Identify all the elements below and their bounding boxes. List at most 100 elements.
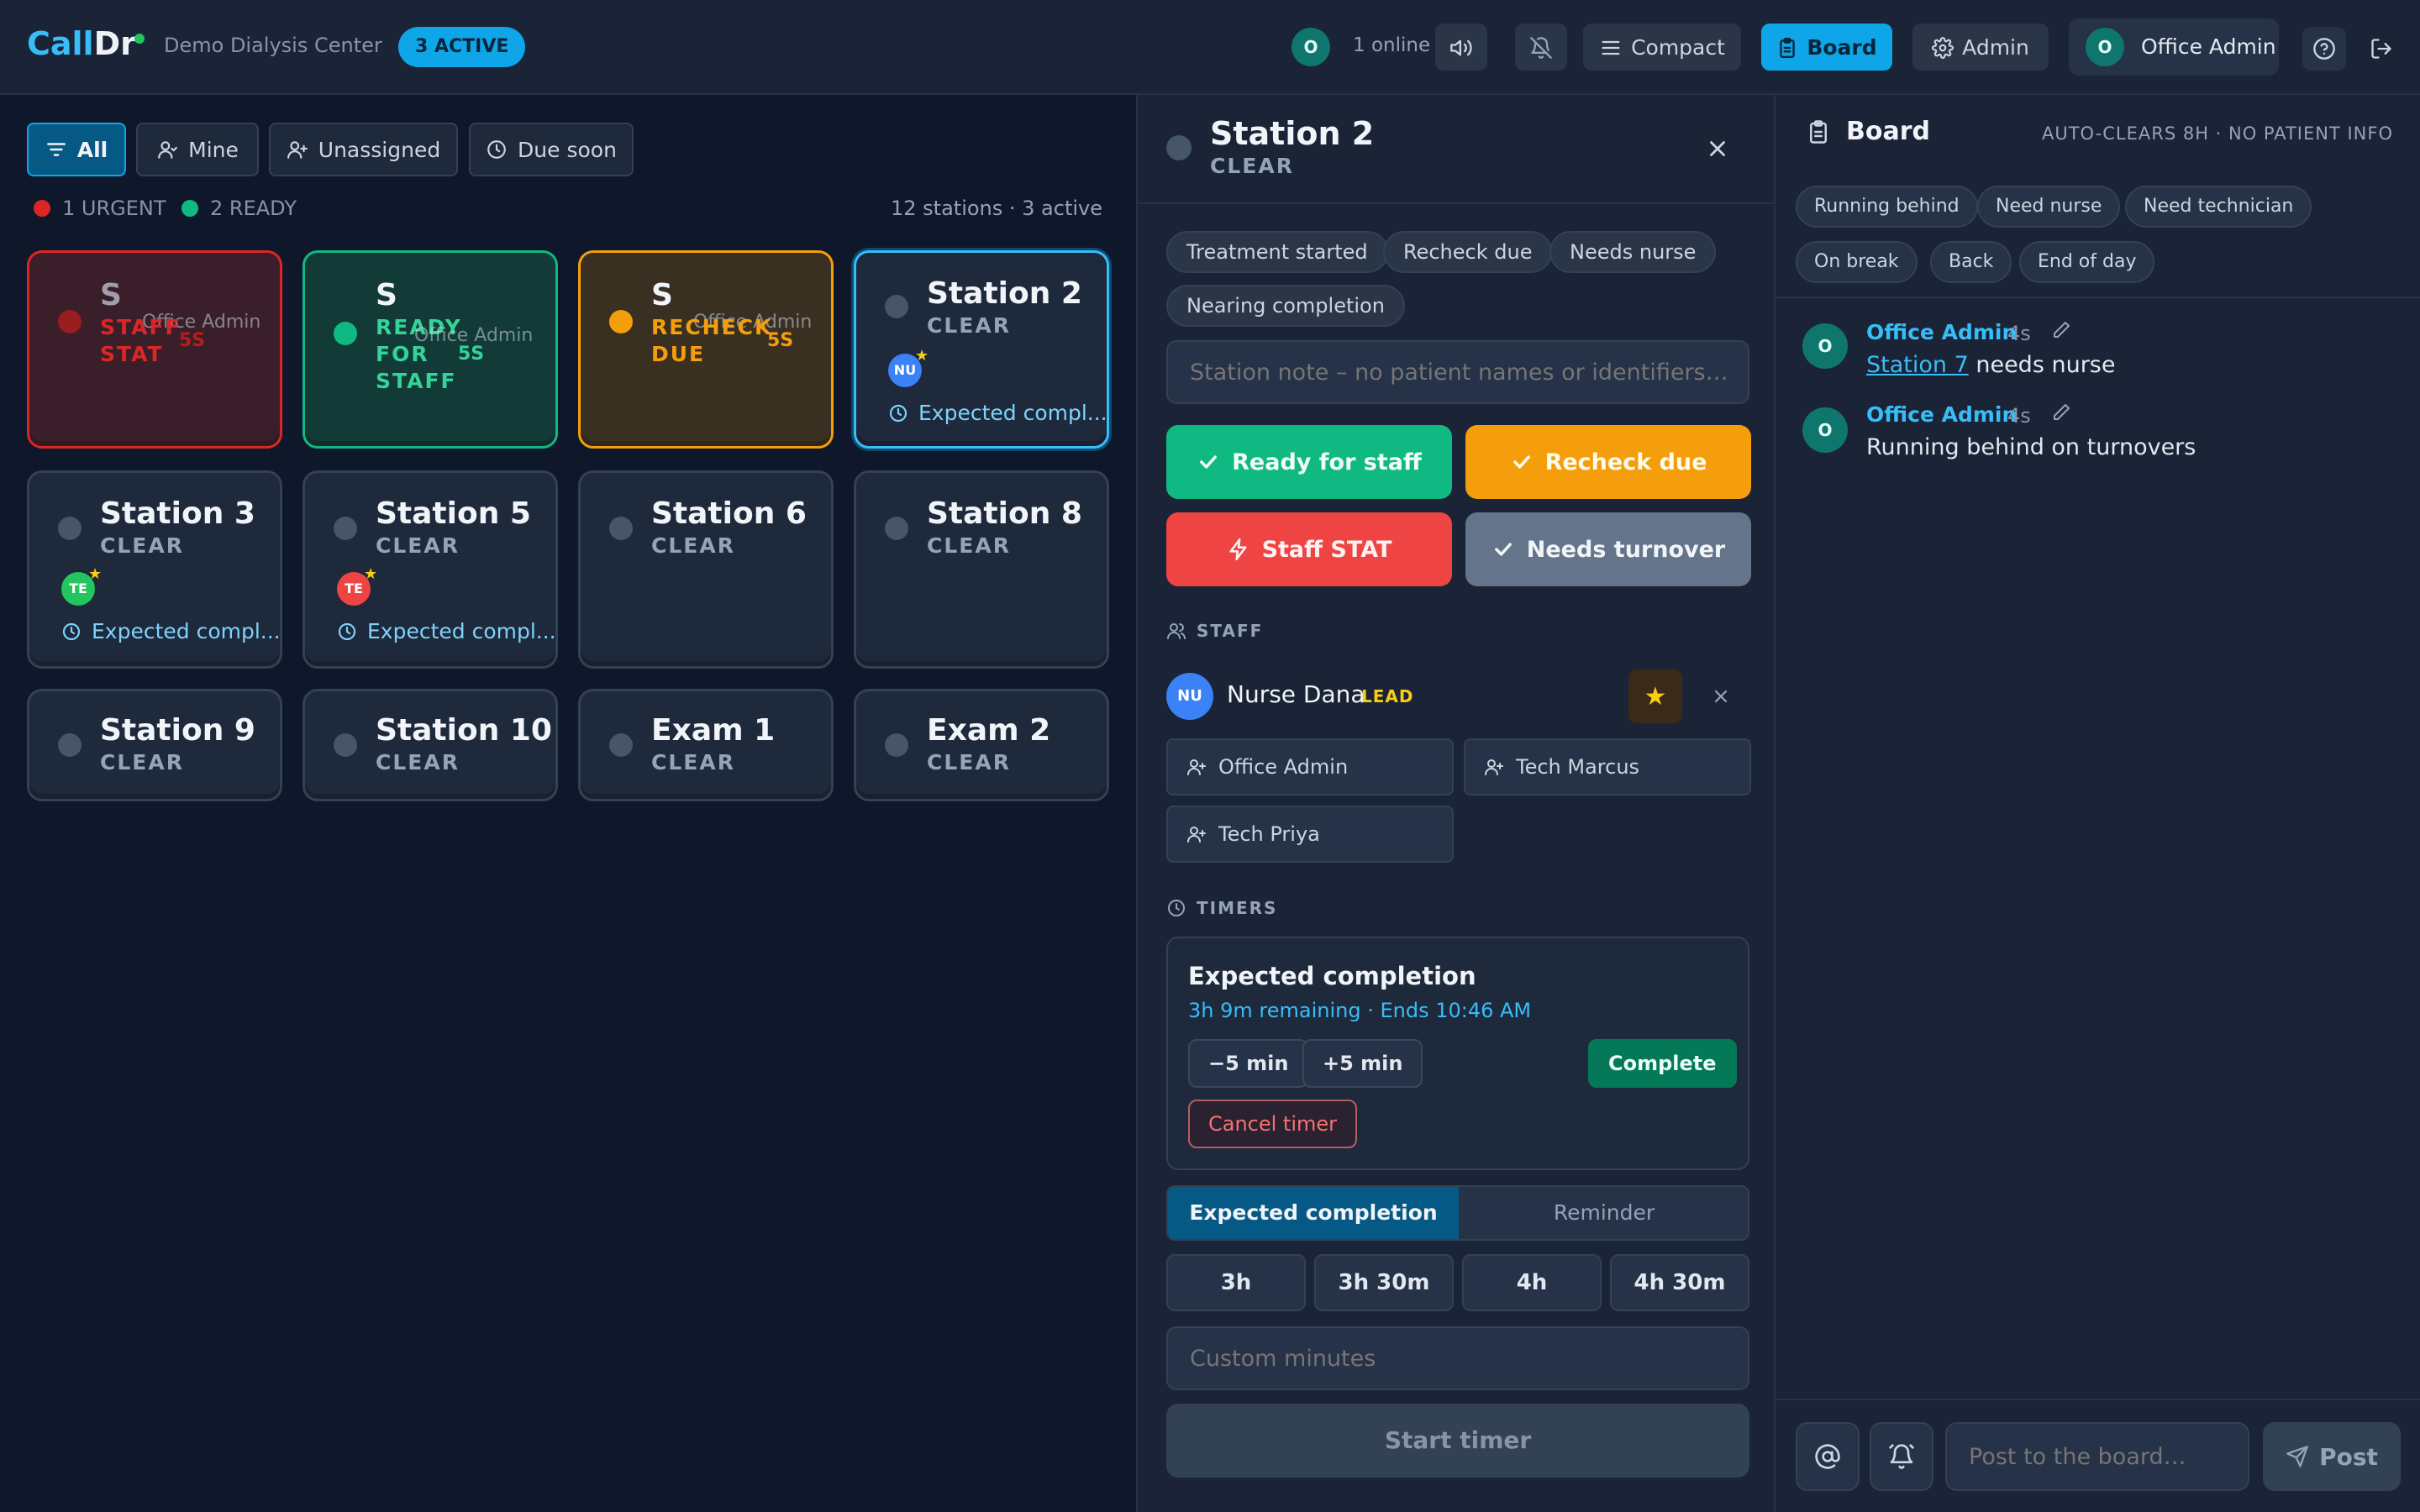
custom-minutes-input[interactable]: [1166, 1326, 1749, 1390]
chip-need-nurse[interactable]: Need nurse: [1977, 186, 2121, 228]
station-card-exam-1[interactable]: Exam 1 CLEAR: [578, 689, 834, 801]
timer-summary-text: Expected compl...: [92, 619, 281, 643]
active-timer-card: Expected completion 3h 9m remaining · En…: [1166, 937, 1749, 1170]
active-count-badge[interactable]: 3 ACTIVE: [398, 27, 526, 67]
station-card-recheck[interactable]: S Office Admin RECHECK DUE 5S: [578, 250, 834, 449]
edit-message-button[interactable]: [2051, 402, 2071, 428]
status-dot: [58, 517, 82, 540]
tab-expected-completion[interactable]: Expected completion: [1168, 1187, 1459, 1239]
help-button[interactable]: [2302, 27, 2346, 71]
station-note-input[interactable]: [1166, 340, 1749, 404]
filter-unassigned[interactable]: Unassigned: [269, 123, 458, 176]
filter-due-label: Due soon: [518, 137, 617, 162]
mention-button[interactable]: [1796, 1422, 1860, 1491]
station-card-ready[interactable]: S READY FOR STAFF Office Admin 5S: [302, 250, 558, 449]
timer-summary-text: Expected compl...: [918, 401, 1107, 425]
filter-all[interactable]: All: [27, 123, 126, 176]
send-icon: [2286, 1446, 2308, 1467]
chip-need-technician[interactable]: Need technician: [2125, 186, 2312, 228]
post-button[interactable]: Post: [2263, 1422, 2401, 1491]
station-card-station-9[interactable]: Station 9 CLEAR: [27, 689, 282, 801]
duration-3h30m-button[interactable]: 3h 30m: [1314, 1254, 1454, 1311]
message-time: 4s: [2007, 404, 2031, 428]
staff-stat-button[interactable]: Staff STAT: [1166, 512, 1452, 586]
status-dot: [334, 733, 357, 757]
admin-button[interactable]: Admin: [1912, 24, 2049, 71]
chip-end-of-day[interactable]: End of day: [2019, 241, 2155, 283]
chip-on-break[interactable]: On break: [1796, 241, 1918, 283]
edit-message-button[interactable]: [2051, 320, 2071, 345]
cancel-timer-button[interactable]: Cancel timer: [1188, 1100, 1358, 1148]
pencil-icon: [2054, 322, 2070, 338]
station-card-station-3[interactable]: Station 3 CLEAR TE ★ Expected compl...: [27, 470, 282, 669]
message-text: Station 7 needs nurse: [1866, 352, 2115, 378]
chip-needs-nurse[interactable]: Needs nurse: [1549, 231, 1717, 273]
timer-summary: Expected compl...: [337, 619, 555, 643]
user-plus-icon: [287, 141, 308, 159]
status-dot: [609, 517, 633, 540]
remove-staff-button[interactable]: [1702, 678, 1739, 715]
filter-due-soon[interactable]: Due soon: [469, 123, 634, 176]
ready-for-staff-button[interactable]: Ready for staff: [1166, 425, 1452, 499]
chip-running-behind[interactable]: Running behind: [1796, 186, 1978, 228]
duration-4h30m-button[interactable]: 4h 30m: [1610, 1254, 1749, 1311]
board-header: Board: [1806, 117, 1930, 146]
sound-button[interactable]: [1435, 24, 1487, 71]
clipboard-icon: [1810, 119, 1827, 144]
close-detail-button[interactable]: [1701, 132, 1734, 165]
notifications-toggle[interactable]: [1515, 24, 1567, 71]
timer-summary: Expected compl...: [61, 619, 281, 643]
station-title: Station 10: [376, 713, 552, 748]
plus-5-min-button[interactable]: +5 min: [1302, 1039, 1423, 1088]
station-card-urgent[interactable]: S Office Admin STAFF STAT 5S: [27, 250, 282, 449]
minus-5-min-button[interactable]: −5 min: [1188, 1039, 1309, 1088]
detail-status: CLEAR: [1210, 154, 1294, 178]
start-timer-button[interactable]: Start timer: [1166, 1404, 1749, 1478]
needs-turnover-button[interactable]: Needs turnover: [1465, 512, 1751, 586]
chip-treatment-started[interactable]: Treatment started: [1166, 231, 1388, 273]
check-icon: [1494, 543, 1512, 556]
station-title: Station 6: [651, 496, 807, 531]
timers-heading-label: TIMERS: [1197, 898, 1278, 918]
toggle-lead-button[interactable]: ★: [1628, 669, 1682, 723]
station-card-station-2[interactable]: Station 2 CLEAR NU ★ Expected compl...: [854, 250, 1109, 449]
elapsed-time: 5S: [179, 330, 206, 351]
chip-nearing-completion[interactable]: Nearing completion: [1166, 285, 1405, 327]
station-link[interactable]: Station 7: [1866, 352, 1969, 378]
complete-timer-button[interactable]: Complete: [1588, 1039, 1737, 1088]
duration-4h-button[interactable]: 4h: [1462, 1254, 1602, 1311]
tab-reminder[interactable]: Reminder: [1459, 1187, 1748, 1239]
station-card-station-6[interactable]: Station 6 CLEAR: [578, 470, 834, 669]
duration-3h-button[interactable]: 3h: [1166, 1254, 1306, 1311]
station-card-station-10[interactable]: Station 10 CLEAR: [302, 689, 558, 801]
assign-tech-marcus-button[interactable]: Tech Marcus: [1464, 738, 1751, 795]
chip-back[interactable]: Back: [1930, 241, 2012, 283]
message-text: Running behind on turnovers: [1866, 434, 2196, 460]
compact-button[interactable]: Compact: [1583, 24, 1741, 71]
station-card-exam-2[interactable]: Exam 2 CLEAR: [854, 689, 1109, 801]
assign-tech-priya-button[interactable]: Tech Priya: [1166, 806, 1454, 863]
station-status: CLEAR: [100, 533, 184, 558]
ready-dot: [182, 200, 198, 217]
logout-button[interactable]: [2363, 30, 2400, 67]
station-card-station-8[interactable]: Station 8 CLEAR: [854, 470, 1109, 669]
station-title: Exam 2: [927, 713, 1051, 748]
post-input[interactable]: [1945, 1422, 2249, 1491]
station-title: S: [651, 278, 673, 312]
users-icon: [1167, 623, 1186, 639]
message-body: needs nurse: [1968, 352, 2116, 378]
app-logo[interactable]: CallDr: [27, 25, 136, 62]
filter-all-label: All: [76, 137, 108, 162]
help-icon: [2313, 38, 2335, 60]
bell-ring-icon: [1889, 1444, 1914, 1469]
filter-mine[interactable]: Mine: [136, 123, 259, 176]
lead-star-icon: ★: [915, 347, 929, 365]
recheck-due-button[interactable]: Recheck due: [1465, 425, 1751, 499]
board-button[interactable]: Board: [1761, 24, 1892, 71]
chip-recheck-due[interactable]: Recheck due: [1383, 231, 1553, 273]
user-menu[interactable]: O Office Admin: [2069, 18, 2279, 76]
station-card-station-5[interactable]: Station 5 CLEAR TE ★ Expected compl...: [302, 470, 558, 669]
gear-icon: [1932, 37, 1954, 59]
assign-office-admin-button[interactable]: Office Admin: [1166, 738, 1454, 795]
notify-button[interactable]: [1870, 1422, 1933, 1491]
